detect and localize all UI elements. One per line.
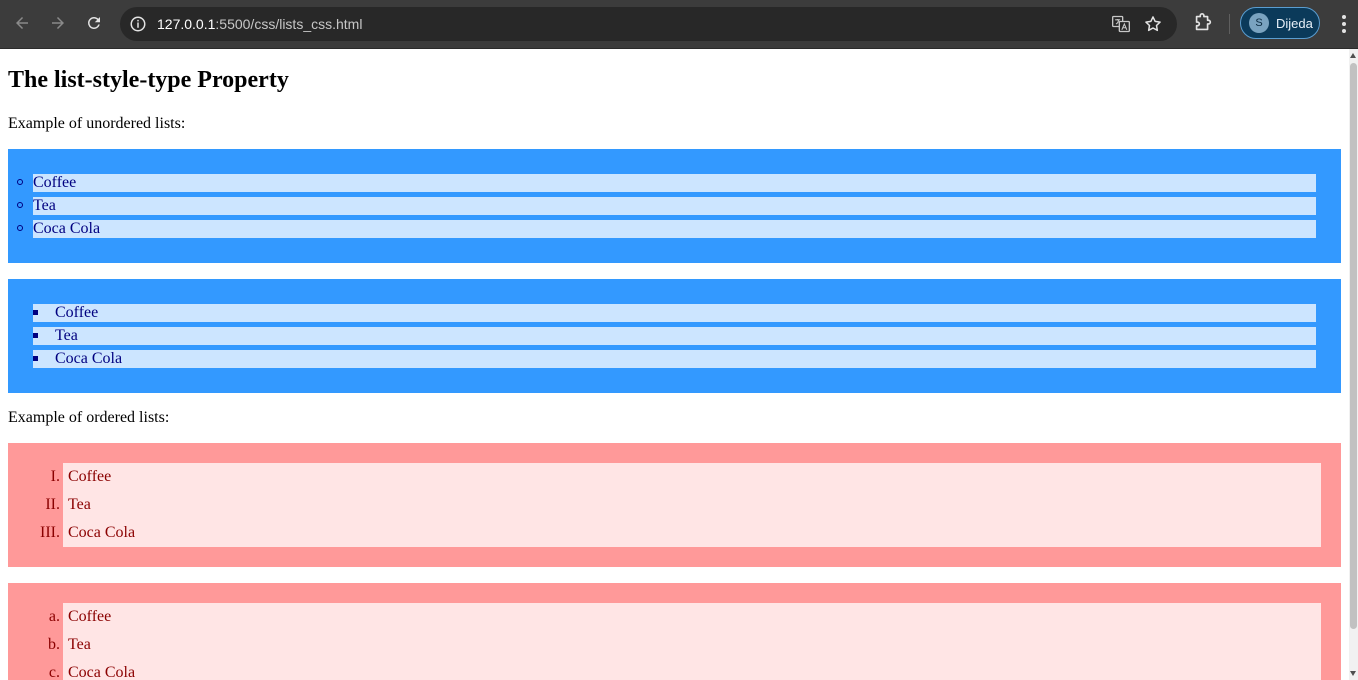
toolbar-separator xyxy=(1229,14,1230,34)
scroll-up-arrow-icon[interactable] xyxy=(1350,53,1356,58)
list-item: Tea xyxy=(68,636,91,653)
list-item: Coffee xyxy=(68,468,112,485)
list-item: Coca Cola xyxy=(33,220,1316,238)
url-text[interactable]: 127.0.0.1:5500/css/lists_css.html xyxy=(157,16,362,32)
square-bullet-icon xyxy=(33,356,38,361)
site-info-icon[interactable] xyxy=(129,15,147,33)
arrow-left-icon xyxy=(16,17,28,29)
ol-roman-list: I. Coffee II. Tea III. Coca Cola xyxy=(8,443,1341,567)
url-path: :5500/css/lists_css.html xyxy=(215,16,363,32)
reload-button[interactable] xyxy=(80,9,108,37)
list-marker: a. xyxy=(48,608,60,625)
list-marker: I. xyxy=(50,468,60,485)
ol-roman-items xyxy=(63,463,1321,547)
back-button[interactable] xyxy=(8,9,36,37)
unordered-intro: Example of unordered lists: xyxy=(8,115,186,132)
square-bullet-icon xyxy=(33,333,38,338)
square-bullet-icon xyxy=(33,310,38,315)
reload-icon xyxy=(87,16,100,29)
more-vertical-icon[interactable] xyxy=(1334,13,1354,35)
profile-name: Dijeda xyxy=(1276,16,1313,31)
list-item: Coffee xyxy=(33,304,1316,322)
ol-alpha-list: a. Coffee b. Tea c. Coca Cola xyxy=(8,583,1341,680)
page-viewport: The list-style-type Property Example of … xyxy=(0,49,1349,680)
ul-circle-list: Coffee Tea Coca Cola xyxy=(8,149,1341,263)
list-marker: c. xyxy=(48,664,60,680)
list-marker: III. xyxy=(40,524,60,541)
address-bar[interactable]: 127.0.0.1:5500/css/lists_css.html xyxy=(120,7,1177,41)
page-title: The list-style-type Property xyxy=(8,67,289,93)
scroll-down-arrow-icon[interactable] xyxy=(1350,671,1356,676)
circle-bullet-icon xyxy=(17,202,23,208)
list-item: Tea xyxy=(33,197,1316,215)
arrow-right-icon xyxy=(52,17,64,29)
scrollbar-thumb[interactable] xyxy=(1350,63,1357,629)
forward-button[interactable] xyxy=(44,9,72,37)
browser-toolbar: 127.0.0.1:5500/css/lists_css.html S Dije… xyxy=(0,0,1358,49)
list-marker: II. xyxy=(45,496,60,513)
list-item: Coffee xyxy=(33,174,1316,192)
vertical-scrollbar[interactable] xyxy=(1349,49,1358,680)
list-item: Tea xyxy=(33,327,1316,345)
circle-bullet-icon xyxy=(17,225,23,231)
bookmark-star-icon[interactable] xyxy=(1143,14,1163,34)
circle-bullet-icon xyxy=(17,179,23,185)
list-item: Coca Cola xyxy=(33,350,1316,368)
avatar: S xyxy=(1249,13,1269,33)
list-item: Coffee xyxy=(68,608,112,625)
profile-button[interactable]: S Dijeda xyxy=(1240,7,1320,39)
extensions-puzzle-icon[interactable] xyxy=(1192,12,1214,34)
list-item: Coca Cola xyxy=(68,524,136,541)
url-host: 127.0.0.1 xyxy=(157,16,216,32)
list-marker: b. xyxy=(48,636,60,653)
list-item: Tea xyxy=(68,496,91,513)
list-item: Coca Cola xyxy=(68,664,136,680)
ol-alpha-items xyxy=(63,603,1321,680)
translate-icon[interactable] xyxy=(1111,14,1131,34)
ordered-intro: Example of ordered lists: xyxy=(8,409,170,426)
ul-square-list: Coffee Tea Coca Cola xyxy=(8,279,1341,393)
